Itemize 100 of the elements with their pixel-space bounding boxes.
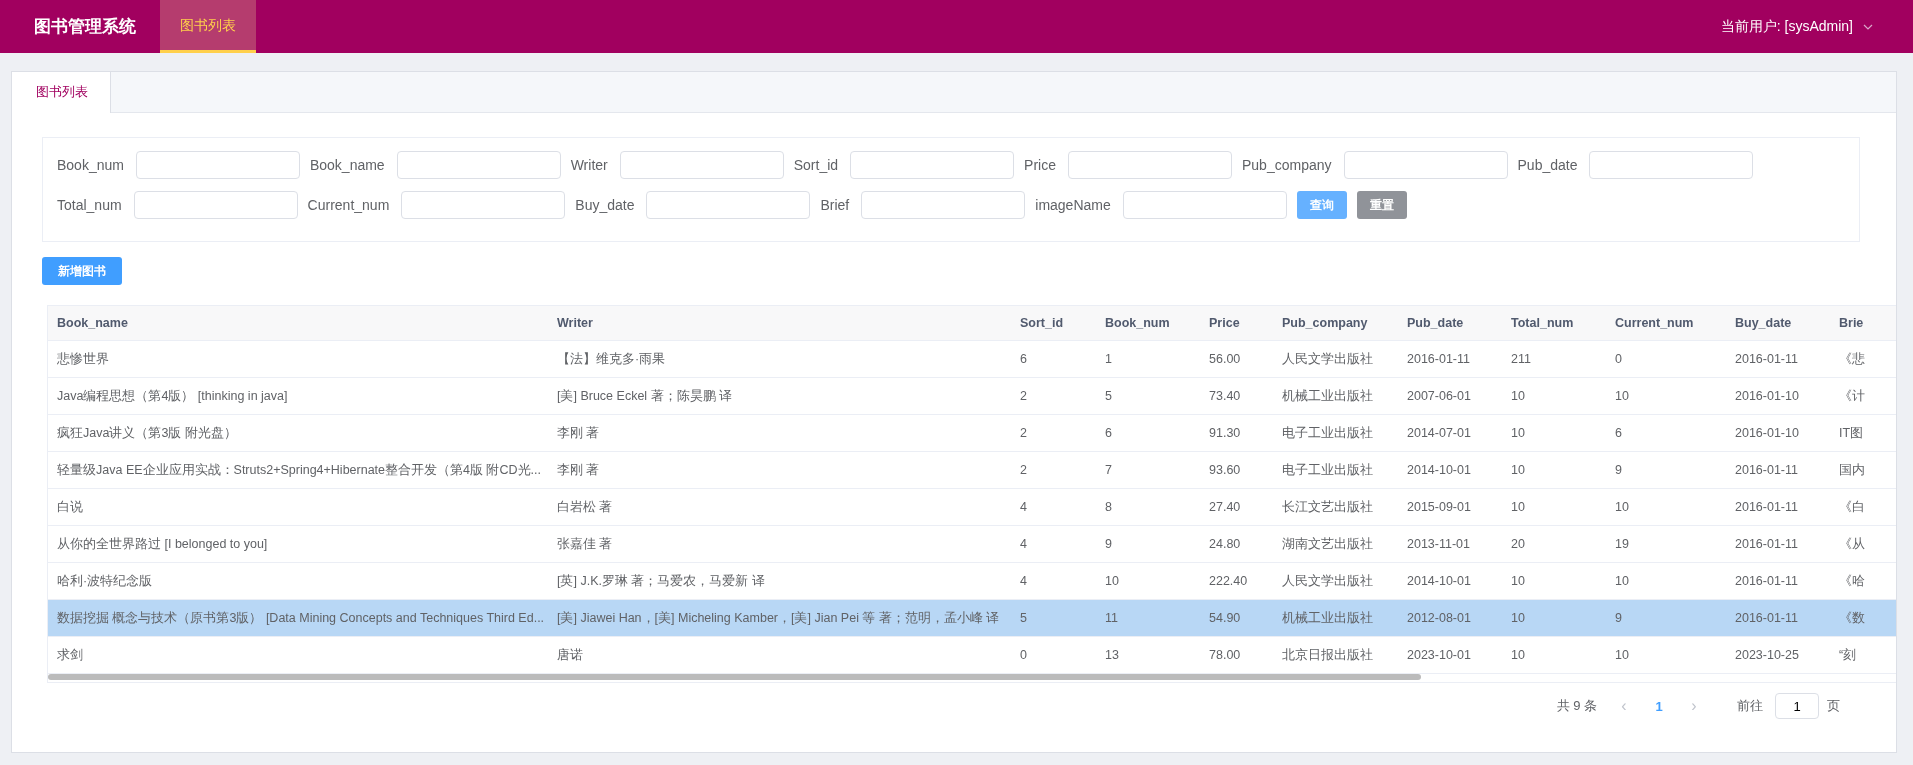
field-label: Book_num	[57, 157, 124, 173]
column-header[interactable]: Sort_id	[1011, 316, 1096, 330]
table-cell-text: 张嘉佳 著	[556, 535, 614, 553]
page-input[interactable]: 1	[1775, 693, 1819, 719]
table-cell-text: 《数	[1838, 609, 1866, 627]
table-cell-text: 《哈	[1838, 572, 1866, 590]
table-cell-text: 6	[1104, 426, 1113, 440]
column-header[interactable]: Book_num	[1096, 316, 1200, 330]
column-header[interactable]: Buy_date	[1726, 316, 1830, 330]
table-row[interactable]: 白说 白岩松 著 4 8 27.40 长江文艺出版社 2015-09-01 10 10 2016-01-11 《白	[48, 489, 1896, 526]
table-cell-text: 10	[1614, 500, 1630, 514]
input-field[interactable]	[401, 191, 566, 219]
table-cell-text: 2016-01-11	[1734, 611, 1799, 625]
column-header[interactable]: Current_num	[1606, 316, 1726, 330]
table-cell-text: 《从	[1838, 535, 1866, 553]
table-cell-text: 2023-10-01	[1406, 648, 1472, 662]
table-cell-text: 2015-09-01	[1406, 500, 1472, 514]
column-header[interactable]: Writer	[548, 316, 1011, 330]
table-cell-text: 2016-01-10	[1734, 426, 1800, 440]
column-header[interactable]: Book_name	[48, 316, 548, 330]
table-row[interactable]: 疯狂Java讲义（第3版 附光盘） 李刚 著 2 6 91.30 电子工业出版社 2014-07-01 10 6 2016-01-10 IT图	[48, 415, 1896, 452]
input-field[interactable]	[1589, 151, 1754, 179]
input-field[interactable]	[135, 151, 300, 179]
column-header[interactable]: Pub_company	[1273, 316, 1398, 330]
table-row[interactable]: 悲惨世界 【法】维克多·雨果 6 1 56.00 人民文学出版社 2016-01-11 211 0 2016-01-11 《悲	[48, 341, 1896, 378]
table-cell-text: 0	[1614, 352, 1623, 366]
table-cell-text: 2023-10-25	[1734, 648, 1800, 662]
table-cell-text: 湖南文艺出版社	[1281, 535, 1374, 553]
table-cell-text: 54.90	[1208, 611, 1242, 625]
caret-icon	[1863, 23, 1873, 30]
table-cell-text: 93.60	[1208, 463, 1242, 477]
user-menu[interactable]: 当前用户: [sysAdmin]	[1720, 0, 1913, 53]
table-cell-text: 2016-01-10	[1734, 389, 1800, 403]
app-title: 图书管理系统	[34, 16, 136, 38]
table-row[interactable]: 数据挖掘 概念与技术（原书第3版） [Data Mining Concepts and Techniques Third Ed... [美] Jiawei Han，[美] Micheling Kamber，[美] Jian Pei 等 著；范明，孟小峰 译 5 11 54.90 机械工业出版社 2012-08-01 10 9 2016-01-11 《数	[48, 600, 1896, 637]
table-cell-text: 73.40	[1208, 389, 1242, 403]
input-field[interactable]	[133, 191, 298, 219]
table-cell-text: 悲惨世界	[56, 350, 110, 368]
column-header[interactable]: Brie	[1830, 316, 1874, 330]
column-header[interactable]: Price	[1200, 316, 1273, 330]
table-cell-text: 电子工业出版社	[1281, 461, 1374, 479]
field-label: Price	[1024, 157, 1056, 173]
table-cell-text: 11	[1104, 611, 1119, 625]
table-cell-text: [美] Jiawei Han，[美] Micheling Kamber，[美] Jian Pei 等 著；范明，孟小峰 译	[556, 609, 1001, 627]
table-cell-text: 2012-08-01	[1406, 611, 1472, 625]
table-cell-text: 91.30	[1208, 426, 1242, 440]
field-label: imageName	[1035, 197, 1111, 213]
input-field[interactable]	[396, 151, 561, 179]
field-label: Sort_id	[793, 157, 839, 173]
page-unit-label: 页	[1827, 697, 1840, 715]
table-cell-text: 轻量级Java EE企业应用实战：Struts2+Spring4+Hibernate整合开发（第4版 附CD光...	[56, 461, 542, 479]
table-cell-text: [英] J.K.罗琳 著；马爱农，马爱新 译	[556, 572, 766, 590]
table-cell-text: 《白	[1838, 498, 1866, 516]
table-cell-text: 机械工业出版社	[1281, 609, 1374, 627]
table-cell-text: 求剑	[56, 646, 84, 664]
input-field[interactable]	[861, 191, 1026, 219]
table-row[interactable]: 从你的全世界路过 [I belonged to you] 张嘉佳 著 4 9 24.80 湖南文艺出版社 2013-11-01 20 19 2016-01-11 《从	[48, 526, 1896, 563]
input-field[interactable]	[646, 191, 811, 219]
table-cell-text: 人民文学出版社	[1281, 572, 1374, 590]
field-label: Writer	[570, 157, 608, 173]
table-cell-text: 10	[1510, 648, 1526, 662]
table-cell-text: 4	[1019, 574, 1028, 588]
tab[interactable]: 图书列表	[12, 72, 111, 113]
input-field[interactable]	[850, 151, 1015, 179]
table-cell-text: 2016-01-11	[1734, 463, 1799, 477]
table-row[interactable]: Java编程思想（第4版） [thinking in java] [美] Bruce Eckel 著；陈昊鹏 译 2 5 73.40 机械工业出版社 2007-06-01 10 10 2016-01-10 《计	[48, 378, 1896, 415]
table-cell-text: 1	[1104, 352, 1113, 366]
table-cell-text: 2014-10-01	[1406, 463, 1472, 477]
table-cell-text: 10	[1510, 574, 1526, 588]
column-header[interactable]: Total_num	[1502, 316, 1606, 330]
table-cell-text: 6	[1614, 426, 1623, 440]
table-cell-text: 13	[1104, 648, 1120, 662]
table-cell-text: 2007-06-01	[1406, 389, 1472, 403]
input-field[interactable]	[1068, 151, 1232, 179]
table-cell-text: IT图	[1838, 424, 1865, 442]
table-cell-text: 10	[1104, 574, 1120, 588]
table-cell-text: 2016-01-11	[1734, 537, 1799, 551]
table-row[interactable]: 轻量级Java EE企业应用实战：Struts2+Spring4+Hibernate整合开发（第4版 附CD光... 李刚 著 2 7 93.60 电子工业出版社 2014-10-01 10 9 2016-01-11 国内	[48, 452, 1896, 489]
table-cell-text: 0	[1019, 648, 1028, 662]
input-field[interactable]	[1343, 151, 1508, 179]
input-field[interactable]	[1122, 191, 1287, 219]
input-field[interactable]	[619, 151, 784, 179]
table-cell-text: 从你的全世界路过 [I belonged to you]	[56, 535, 269, 553]
table-cell-text: 李刚 著	[556, 461, 601, 479]
table-cell-text: [美] Bruce Eckel 著；陈昊鹏 译	[556, 387, 734, 405]
field-label: Current_num	[307, 197, 390, 213]
table-cell-text: 10	[1510, 389, 1526, 403]
table-cell-text: 78.00	[1208, 648, 1242, 662]
table-cell-text: 唐诺	[556, 646, 584, 664]
table-cell-text: 《计	[1838, 387, 1866, 405]
table-cell-text: Java编程思想（第4版） [thinking in java]	[56, 387, 289, 405]
table-cell-text: 白岩松 著	[556, 498, 614, 516]
column-header[interactable]: Pub_date	[1398, 316, 1502, 330]
table-cell-text: 19	[1614, 537, 1630, 551]
table-cell-text: 10	[1614, 574, 1630, 588]
table-cell-text: 北京日报出版社	[1281, 646, 1374, 664]
table-cell-text: 《悲	[1838, 350, 1866, 368]
table-cell-text: 长江文艺出版社	[1281, 498, 1374, 516]
nav-tab[interactable]: 图书列表	[160, 0, 256, 53]
field-label: Pub_company	[1242, 157, 1332, 173]
